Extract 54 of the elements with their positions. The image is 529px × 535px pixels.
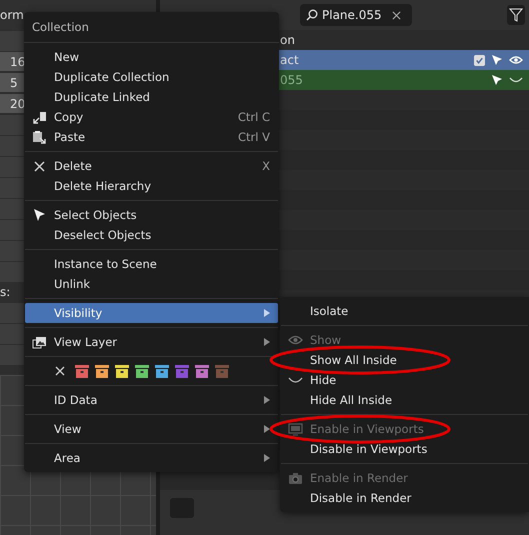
menu-item[interactable]: Instance to Scene xyxy=(25,254,278,274)
menu-item[interactable]: Select Objects xyxy=(25,205,278,225)
camera-icon xyxy=(288,471,303,485)
row-label: on xyxy=(280,33,295,47)
delete-icon xyxy=(32,159,47,173)
menu-item[interactable]: Show All Inside xyxy=(281,350,528,370)
row-label: act xyxy=(280,53,299,67)
clear-icon[interactable] xyxy=(392,11,401,20)
menu-item[interactable]: Duplicate Linked xyxy=(25,87,278,107)
shortcut-label: Ctrl C xyxy=(238,110,270,124)
menu-item[interactable]: View xyxy=(25,419,278,439)
closed-eye-icon xyxy=(509,75,523,85)
menu-item[interactable]: Delete Hierarchy xyxy=(25,176,278,196)
panel-title: orm xyxy=(0,8,24,22)
eye-icon xyxy=(509,55,523,65)
search-field[interactable]: Plane.055 xyxy=(300,4,412,26)
menu-item[interactable]: Paste Ctrl V xyxy=(25,127,278,147)
search-icon xyxy=(306,9,318,21)
menu-item[interactable]: Hide xyxy=(281,370,528,390)
copy-icon xyxy=(32,110,47,124)
menu-item[interactable]: Unlink xyxy=(25,274,278,294)
menu-item[interactable]: Hide All Inside xyxy=(281,390,528,410)
menu-item[interactable]: Area xyxy=(25,448,278,468)
cursor-icon xyxy=(491,54,503,66)
layers-icon xyxy=(32,335,47,349)
paste-icon xyxy=(32,130,47,144)
menu-item[interactable]: Disable in Viewports xyxy=(281,439,528,459)
collection-tag-icon[interactable] xyxy=(75,364,89,378)
menu-item[interactable]: View Layer xyxy=(25,332,278,352)
collection-tag-icon[interactable] xyxy=(155,364,169,378)
filter-button[interactable] xyxy=(507,5,525,25)
monitor-icon xyxy=(288,422,303,436)
menu-item[interactable]: Copy Ctrl C xyxy=(25,107,278,127)
shortcut-label: X xyxy=(262,159,270,173)
filter-icon xyxy=(509,8,523,22)
menu-item[interactable]: Visibility xyxy=(25,303,278,323)
cursor-icon xyxy=(32,208,47,222)
shortcut-label: Ctrl V xyxy=(238,130,270,144)
clear-tag-icon[interactable] xyxy=(55,366,65,376)
cursor-icon xyxy=(491,74,503,86)
menu-item[interactable]: ID Data xyxy=(25,390,278,410)
row-label: 055 xyxy=(280,73,303,87)
checkbox-icon xyxy=(474,54,485,66)
menu-item[interactable]: Deselect Objects xyxy=(25,225,278,245)
menu-title: Collection xyxy=(24,12,279,43)
collection-tag-icon[interactable] xyxy=(115,364,129,378)
menu-item[interactable]: Isolate xyxy=(281,301,528,321)
menu-item[interactable]: Delete X xyxy=(25,156,278,176)
field-label: s: xyxy=(0,285,10,299)
collection-tag-icon[interactable] xyxy=(195,364,209,378)
collection-tag-icon[interactable] xyxy=(95,364,109,378)
eye-icon xyxy=(288,333,303,347)
collection-tag-icon[interactable] xyxy=(135,364,149,378)
menu-item[interactable]: Disable in Render xyxy=(281,488,528,508)
